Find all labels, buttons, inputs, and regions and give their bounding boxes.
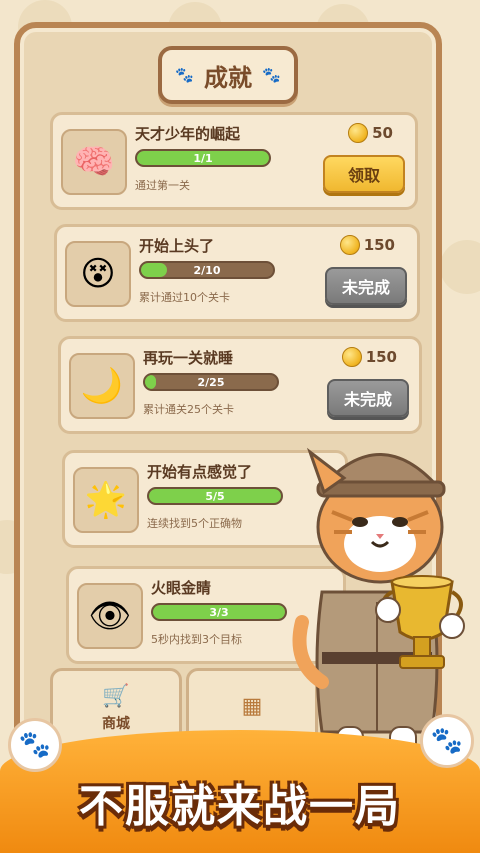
progress-bar: 5/5: [147, 487, 283, 505]
reward: 150: [339, 235, 395, 255]
golden-eye-icon: 👁: [77, 583, 143, 649]
progress-text: 5/5: [205, 489, 225, 503]
reward-amount: 150: [363, 236, 395, 254]
title-plate: 🐾 成就 🐾: [158, 46, 298, 104]
progress-text: 1/1: [193, 151, 213, 165]
detective-cat-illustration: [292, 447, 465, 756]
dazed-head-icon: 😵: [65, 241, 131, 307]
grid-icon: ▦: [241, 693, 263, 719]
cart-icon: 🛒: [102, 683, 130, 709]
achievement-desc: 通过第一关: [135, 179, 190, 192]
coin-icon: [348, 123, 369, 143]
achievement-desc: 连续找到5个正确物: [147, 517, 242, 530]
paw-icon: 🐾: [420, 714, 474, 768]
achievement-desc: 累计通关25个关卡: [143, 403, 234, 416]
incomplete-button[interactable]: 未完成: [325, 267, 407, 305]
page-title: 成就: [204, 63, 252, 92]
progress-bar: 1/1: [135, 149, 271, 167]
achievement-name: 开始有点感觉了: [147, 463, 253, 481]
reward: 50: [348, 123, 393, 143]
reward: 150: [341, 347, 397, 367]
progress-text: 2/10: [193, 263, 221, 277]
tab-label: 商城: [102, 715, 130, 732]
progress-text: 3/3: [209, 605, 229, 619]
sleeping-moon-icon: 🌙: [69, 353, 135, 419]
paw-icon: 🐾: [175, 66, 194, 84]
coin-icon: [341, 347, 362, 367]
progress-bar: 3/3: [151, 603, 287, 621]
incomplete-button[interactable]: 未完成: [327, 379, 409, 417]
brain-crown-icon: 🧠: [61, 129, 127, 195]
progress-bar: 2/25: [143, 373, 279, 391]
background-paw-decoration: [440, 240, 480, 294]
paw-icon: 🐾: [8, 718, 62, 772]
smiling-kid-icon: 🌟: [73, 467, 139, 533]
achievement-name: 天才少年的崛起: [135, 125, 241, 143]
achievement-card: 😵 开始上头了 2/10 累计通过10个关卡 150 未完成: [54, 224, 420, 322]
achievement-card: 🧠 天才少年的崛起 1/1 通过第一关 50 领取: [50, 112, 418, 210]
claim-button[interactable]: 领取: [323, 155, 405, 193]
achievement-name: 再玩一关就睡: [143, 349, 234, 367]
coin-icon: [339, 235, 360, 255]
achievement-name: 火眼金睛: [151, 579, 212, 597]
progress-text: 2/25: [197, 375, 225, 389]
banner-slogan: 不服就来战一局: [79, 781, 401, 832]
achievement-card: 🌙 再玩一关就睡 2/25 累计通关25个关卡 150 未完成: [58, 336, 422, 434]
achievement-desc: 5秒内找到3个目标: [151, 633, 242, 646]
progress-bar: 2/10: [139, 261, 275, 279]
paw-icon: 🐾: [262, 66, 281, 84]
achievement-desc: 累计通过10个关卡: [139, 291, 230, 304]
achievement-name: 开始上头了: [139, 237, 215, 255]
reward-amount: 50: [372, 124, 393, 142]
reward-amount: 150: [365, 348, 397, 366]
